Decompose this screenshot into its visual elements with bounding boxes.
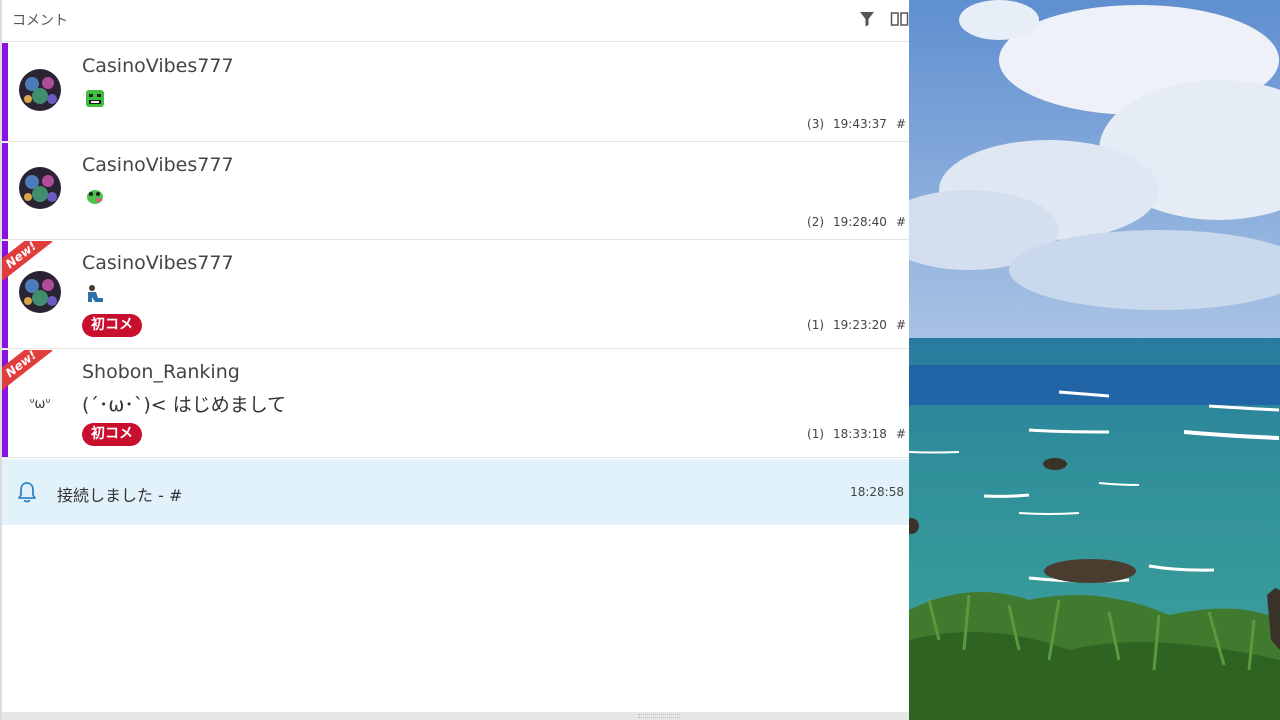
- first-comment-badge: 初コメ: [82, 423, 142, 446]
- columns-icon[interactable]: [890, 10, 909, 28]
- comment-time: 19:43:37: [833, 117, 887, 131]
- comment-panel: コメント CasinoVibes777 (3) 19:43:37 # Casin…: [0, 0, 909, 720]
- panel-header: コメント: [2, 0, 909, 42]
- comment-time: 19:28:40: [833, 215, 887, 229]
- comment-count: (1): [807, 427, 825, 441]
- horizontal-scrollbar[interactable]: [2, 712, 909, 720]
- comment-meta: (1) 19:23:20 #: [807, 318, 906, 332]
- user-color-stripe: [2, 143, 8, 239]
- comment-text: (´･ω･`)< はじめまして: [82, 394, 287, 416]
- comment-hash-link[interactable]: #: [896, 117, 906, 131]
- comment-item[interactable]: CasinoVibes777 (2) 19:28:40 #: [2, 143, 909, 240]
- notice-time: 18:28:58: [850, 485, 904, 499]
- avatar-text: ᐡωᐡ: [29, 397, 51, 412]
- first-comment-badge: 初コメ: [82, 314, 142, 337]
- user-color-stripe: [2, 43, 8, 141]
- comment-item[interactable]: New! CasinoVibes777 初コメ (1) 19:23:20 #: [2, 241, 909, 349]
- comment-time: 19:23:20: [833, 318, 887, 332]
- comment-count: (2): [807, 215, 825, 229]
- avatar[interactable]: [19, 167, 61, 209]
- comment-item[interactable]: New! ᐡωᐡ Shobon_Ranking (´･ω･`)< はじめまして …: [2, 350, 909, 458]
- green-face-stamp-icon: [86, 90, 104, 107]
- comment-username: CasinoVibes777: [82, 252, 234, 274]
- comment-count: (3): [807, 117, 825, 131]
- comment-time: 18:33:18: [833, 427, 887, 441]
- comment-username: CasinoVibes777: [82, 55, 234, 77]
- scrollbar-grip[interactable]: [638, 714, 680, 718]
- comment-item[interactable]: CasinoVibes777 (3) 19:43:37 #: [2, 43, 909, 142]
- avatar[interactable]: ᐡωᐡ: [19, 384, 61, 426]
- notice-text: 接続しました - #: [57, 486, 183, 505]
- green-frog-stamp-icon: [87, 190, 103, 204]
- comment-meta: (1) 18:33:18 #: [807, 427, 906, 441]
- person-sitting-stamp-icon: [88, 285, 103, 302]
- comment-count: (1): [807, 318, 825, 332]
- comment-meta: (3) 19:43:37 #: [807, 117, 906, 131]
- avatar[interactable]: [19, 271, 61, 313]
- desktop-wallpaper: [909, 0, 1280, 720]
- comment-hash-link[interactable]: #: [896, 318, 906, 332]
- comment-username: CasinoVibes777: [82, 154, 234, 176]
- comment-meta: (2) 19:28:40 #: [807, 215, 906, 229]
- bell-icon: [18, 482, 36, 503]
- comment-hash-link[interactable]: #: [896, 427, 906, 441]
- comment-hash-link[interactable]: #: [896, 215, 906, 229]
- avatar[interactable]: [19, 69, 61, 111]
- filter-icon[interactable]: [858, 10, 876, 28]
- comment-username: Shobon_Ranking: [82, 361, 240, 383]
- panel-title: コメント: [12, 13, 68, 29]
